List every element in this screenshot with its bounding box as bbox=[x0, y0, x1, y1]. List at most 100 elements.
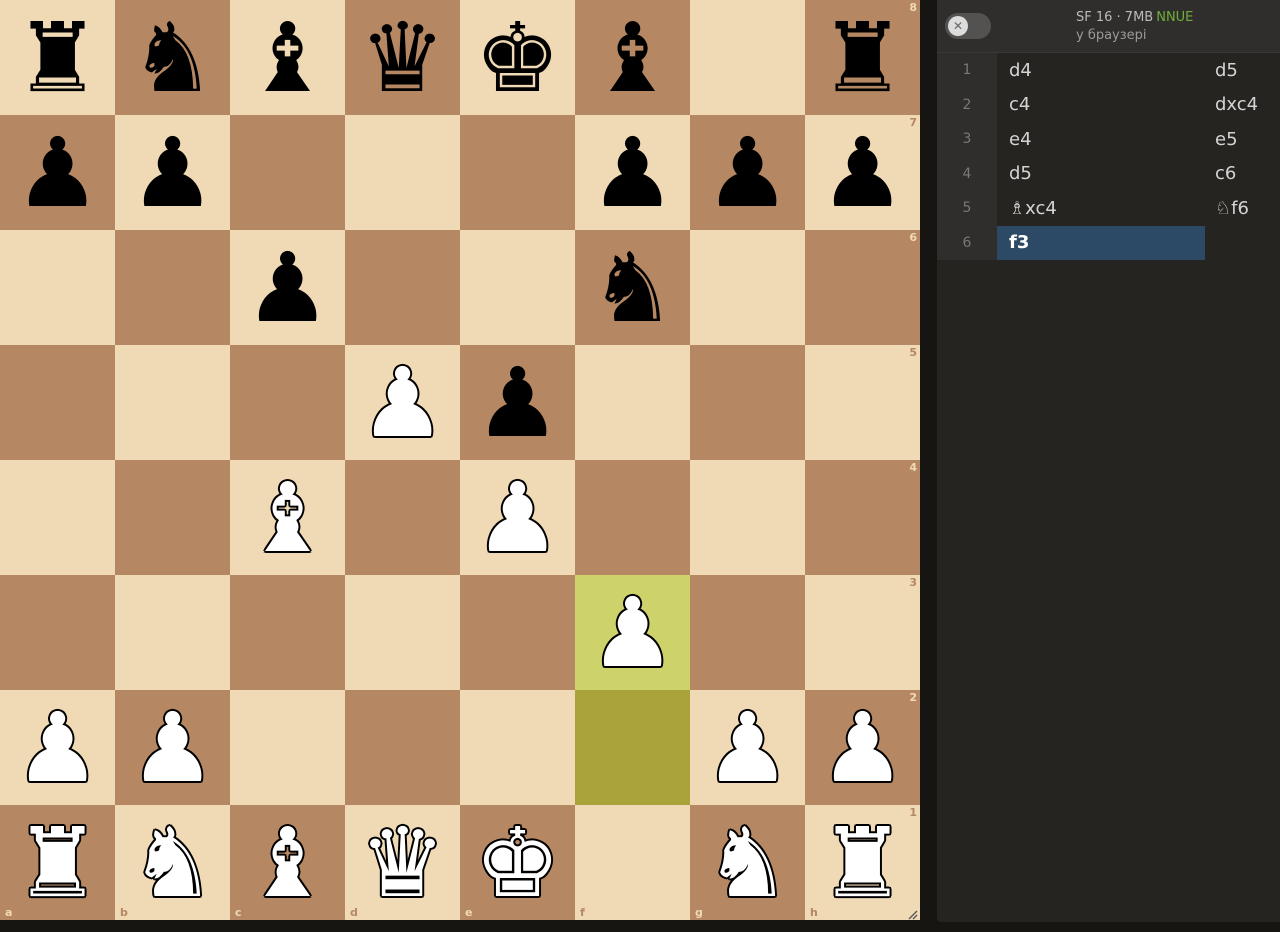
square-a4[interactable] bbox=[0, 460, 115, 575]
black-rook-icon[interactable]: ♜ bbox=[0, 0, 115, 115]
black-move[interactable]: dxc4 bbox=[1205, 88, 1280, 123]
square-e4[interactable]: ♟ bbox=[460, 460, 575, 575]
black-pawn-icon[interactable]: ♟ bbox=[230, 230, 345, 345]
square-a3[interactable] bbox=[0, 575, 115, 690]
white-move[interactable]: ♗xc4 bbox=[997, 191, 1205, 226]
square-b8[interactable]: ♞ bbox=[115, 0, 230, 115]
black-queen-icon[interactable]: ♛ bbox=[345, 0, 460, 115]
black-rook-icon[interactable]: ♜ bbox=[805, 0, 920, 115]
square-c7[interactable] bbox=[230, 115, 345, 230]
square-d4[interactable] bbox=[345, 460, 460, 575]
white-pawn-icon[interactable]: ♟ bbox=[575, 575, 690, 690]
white-pawn-icon[interactable]: ♟ bbox=[805, 690, 920, 805]
square-c8[interactable]: ♝ bbox=[230, 0, 345, 115]
chess-board[interactable]: ♜ ♞ ♝ ♛ ♚ ♝ 8 ♜ ♟ ♟ ♟ ♟ 7 ♟ ♟ ♞ 6 ♟ ♟ 5 ♝ ♟ 4 ♟ 3 ♟ ♟ ♟ 2 ♟ a ♜ b ♞ c ♝ d ♛ e ♚… bbox=[0, 0, 920, 922]
white-rook-icon[interactable]: ♜ bbox=[805, 805, 920, 920]
square-b4[interactable] bbox=[115, 460, 230, 575]
square-h7[interactable]: 7 ♟ bbox=[805, 115, 920, 230]
square-f3[interactable]: ♟ bbox=[575, 575, 690, 690]
square-c4[interactable]: ♝ bbox=[230, 460, 345, 575]
square-d1[interactable]: d ♛ bbox=[345, 805, 460, 920]
black-pawn-icon[interactable]: ♟ bbox=[805, 115, 920, 230]
square-c1[interactable]: c ♝ bbox=[230, 805, 345, 920]
white-move[interactable]: f3 bbox=[997, 225, 1205, 260]
square-d2[interactable] bbox=[345, 690, 460, 805]
square-e7[interactable] bbox=[460, 115, 575, 230]
white-knight-icon[interactable]: ♞ bbox=[115, 805, 230, 920]
square-h3[interactable]: 3 bbox=[805, 575, 920, 690]
square-f5[interactable] bbox=[575, 345, 690, 460]
square-f7[interactable]: ♟ bbox=[575, 115, 690, 230]
square-g8[interactable] bbox=[690, 0, 805, 115]
white-pawn-icon[interactable]: ♟ bbox=[460, 460, 575, 575]
square-e1[interactable]: e ♚ bbox=[460, 805, 575, 920]
square-a7[interactable]: ♟ bbox=[0, 115, 115, 230]
square-f2[interactable] bbox=[575, 690, 690, 805]
square-c2[interactable] bbox=[230, 690, 345, 805]
white-pawn-icon[interactable]: ♟ bbox=[690, 690, 805, 805]
black-bishop-icon[interactable]: ♝ bbox=[230, 0, 345, 115]
white-bishop-icon[interactable]: ♝ bbox=[230, 460, 345, 575]
square-d5[interactable]: ♟ bbox=[345, 345, 460, 460]
white-move[interactable]: d4 bbox=[997, 53, 1205, 88]
white-pawn-icon[interactable]: ♟ bbox=[345, 345, 460, 460]
white-move[interactable]: e4 bbox=[997, 122, 1205, 157]
square-h4[interactable]: 4 bbox=[805, 460, 920, 575]
black-move[interactable]: c6 bbox=[1205, 157, 1280, 192]
black-knight-icon[interactable]: ♞ bbox=[575, 230, 690, 345]
square-g3[interactable] bbox=[690, 575, 805, 690]
black-pawn-icon[interactable]: ♟ bbox=[690, 115, 805, 230]
square-a6[interactable] bbox=[0, 230, 115, 345]
square-h5[interactable]: 5 bbox=[805, 345, 920, 460]
square-d8[interactable]: ♛ bbox=[345, 0, 460, 115]
square-g2[interactable]: ♟ bbox=[690, 690, 805, 805]
square-b7[interactable]: ♟ bbox=[115, 115, 230, 230]
white-queen-icon[interactable]: ♛ bbox=[345, 805, 460, 920]
square-h1[interactable]: 1 h ♜ bbox=[805, 805, 920, 920]
square-h2[interactable]: 2 ♟ bbox=[805, 690, 920, 805]
square-e3[interactable] bbox=[460, 575, 575, 690]
white-move[interactable]: c4 bbox=[997, 88, 1205, 123]
square-f6[interactable]: ♞ bbox=[575, 230, 690, 345]
square-d6[interactable] bbox=[345, 230, 460, 345]
black-bishop-icon[interactable]: ♝ bbox=[575, 0, 690, 115]
resize-handle-icon[interactable] bbox=[906, 908, 918, 920]
white-bishop-icon[interactable]: ♝ bbox=[230, 805, 345, 920]
square-h6[interactable]: 6 bbox=[805, 230, 920, 345]
black-move[interactable]: ♘f6 bbox=[1205, 191, 1280, 226]
square-d7[interactable] bbox=[345, 115, 460, 230]
square-a2[interactable]: ♟ bbox=[0, 690, 115, 805]
engine-toggle[interactable]: ✕ bbox=[945, 13, 991, 39]
square-b5[interactable] bbox=[115, 345, 230, 460]
square-e2[interactable] bbox=[460, 690, 575, 805]
square-g4[interactable] bbox=[690, 460, 805, 575]
white-rook-icon[interactable]: ♜ bbox=[0, 805, 115, 920]
black-move[interactable]: e5 bbox=[1205, 122, 1280, 157]
square-f4[interactable] bbox=[575, 460, 690, 575]
black-king-icon[interactable]: ♚ bbox=[460, 0, 575, 115]
square-c6[interactable]: ♟ bbox=[230, 230, 345, 345]
black-pawn-icon[interactable]: ♟ bbox=[575, 115, 690, 230]
square-b6[interactable] bbox=[115, 230, 230, 345]
white-knight-icon[interactable]: ♞ bbox=[690, 805, 805, 920]
square-a1[interactable]: a ♜ bbox=[0, 805, 115, 920]
white-king-icon[interactable]: ♚ bbox=[460, 805, 575, 920]
square-a8[interactable]: ♜ bbox=[0, 0, 115, 115]
square-b2[interactable]: ♟ bbox=[115, 690, 230, 805]
square-e5[interactable]: ♟ bbox=[460, 345, 575, 460]
black-pawn-icon[interactable]: ♟ bbox=[460, 345, 575, 460]
square-d3[interactable] bbox=[345, 575, 460, 690]
black-move[interactable]: d5 bbox=[1205, 53, 1280, 88]
white-move[interactable]: d5 bbox=[997, 157, 1205, 192]
square-b3[interactable] bbox=[115, 575, 230, 690]
black-pawn-icon[interactable]: ♟ bbox=[0, 115, 115, 230]
square-c5[interactable] bbox=[230, 345, 345, 460]
black-knight-icon[interactable]: ♞ bbox=[115, 0, 230, 115]
square-e8[interactable]: ♚ bbox=[460, 0, 575, 115]
square-g6[interactable] bbox=[690, 230, 805, 345]
square-h8[interactable]: 8 ♜ bbox=[805, 0, 920, 115]
square-a5[interactable] bbox=[0, 345, 115, 460]
square-f8[interactable]: ♝ bbox=[575, 0, 690, 115]
white-pawn-icon[interactable]: ♟ bbox=[0, 690, 115, 805]
black-pawn-icon[interactable]: ♟ bbox=[115, 115, 230, 230]
